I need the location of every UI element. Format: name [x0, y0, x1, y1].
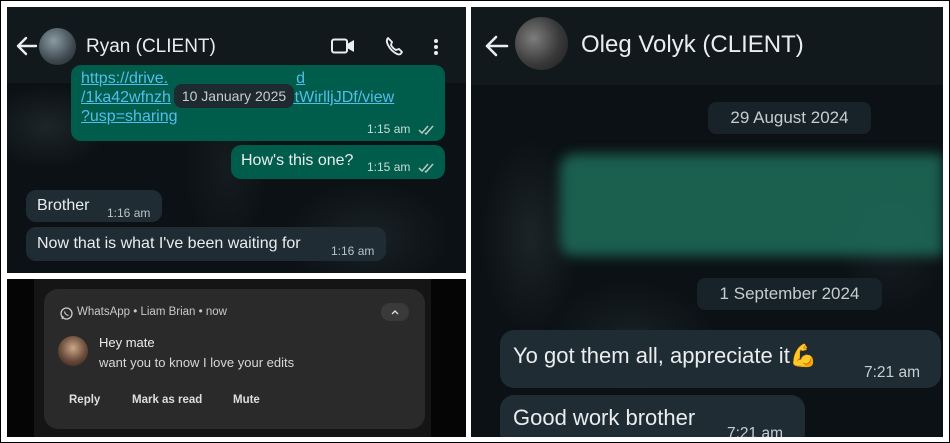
incoming-message: Good work brother 7:21 am — [500, 395, 805, 437]
shared-link[interactable]: https://drive. — [81, 70, 168, 87]
contact-avatar[interactable] — [515, 17, 568, 70]
contact-avatar[interactable] — [39, 28, 76, 65]
message-body: Yo got them all, appreciate it — [513, 343, 790, 368]
flexed-biceps-emoji: 💪 — [789, 343, 818, 368]
notification-title: Hey mate — [99, 335, 155, 350]
right-chat-header: Oleg Volyk (CLIENT) — [471, 7, 943, 85]
back-arrow-icon[interactable] — [484, 34, 510, 58]
more-options-icon[interactable] — [431, 37, 441, 57]
date-pill: 1 September 2024 — [697, 278, 882, 310]
message-time: 1:15 am — [367, 160, 411, 174]
mark-as-read-action[interactable]: Mark as read — [132, 394, 202, 406]
reply-action[interactable]: Reply — [69, 394, 100, 406]
message-time: 1:16 am — [107, 206, 151, 220]
incoming-message: Brother 1:16 am — [26, 190, 162, 222]
shared-link-line3[interactable]: ?usp=sharing — [81, 108, 178, 125]
notification-header: WhatsApp • Liam Brian • now — [77, 306, 227, 318]
mute-action[interactable]: Mute — [233, 394, 260, 406]
shared-link-line2[interactable]: /1ka42wfnzh — [81, 89, 171, 106]
message-text: Now that is what I've been waiting for — [37, 235, 301, 252]
incoming-message: Now that is what I've been waiting for 1… — [26, 227, 386, 261]
message-text: Brother — [37, 197, 90, 214]
message-text: Good work brother — [513, 405, 696, 430]
notification-panel: WhatsApp • Liam Brian • now Hey mate wan… — [7, 279, 466, 437]
double-check-icon — [418, 123, 436, 135]
right-chat-panel: Oleg Volyk (CLIENT) 29 August 2024 1 Sep… — [471, 7, 943, 437]
date-pill: 29 August 2024 — [708, 102, 871, 134]
sender-avatar — [58, 336, 88, 366]
expand-button[interactable] — [381, 303, 409, 321]
blurred-message-bubble — [560, 154, 943, 256]
whatsapp-notification[interactable]: WhatsApp • Liam Brian • now Hey mate wan… — [44, 289, 425, 429]
message-time: 1:16 am — [331, 244, 375, 258]
incoming-message: Yo got them all, appreciate it💪 7:21 am — [500, 330, 941, 388]
notification-body: want you to know I love your edits — [99, 355, 295, 370]
message-text: How's this one? — [241, 152, 354, 169]
shared-link-line2-tail[interactable]: 21tWirlljJDf/view — [277, 89, 394, 106]
left-chat-panel: Ryan (CLIENT) https://drive. d /1ka42wfnz… — [7, 7, 466, 273]
back-arrow-icon[interactable] — [15, 35, 39, 57]
outgoing-message: How's this one? 1:15 am — [231, 145, 445, 179]
message-time: 7:21 am — [864, 364, 921, 381]
phone-icon[interactable] — [383, 36, 405, 56]
contact-name[interactable]: Oleg Volyk (CLIENT) — [581, 31, 804, 59]
date-pill: 10 January 2025 — [174, 84, 294, 108]
double-check-icon — [418, 161, 436, 173]
contact-name[interactable]: Ryan (CLIENT) — [86, 36, 216, 58]
message-time: 7:21 am — [727, 425, 784, 437]
shared-link-tail[interactable]: d — [296, 70, 305, 87]
message-text: Yo got them all, appreciate it💪 — [513, 343, 817, 369]
video-call-icon[interactable] — [331, 37, 355, 55]
whatsapp-icon — [59, 306, 73, 320]
message-time: 1:15 am — [367, 122, 411, 136]
chevron-up-icon — [390, 307, 400, 317]
